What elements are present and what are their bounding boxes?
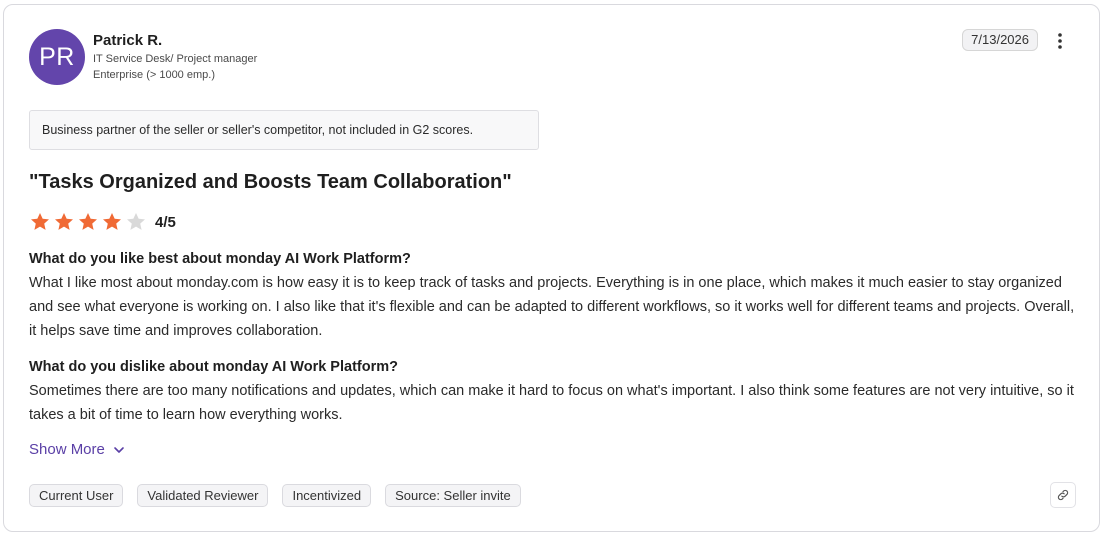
star-rating: 4/5 <box>29 210 176 234</box>
review-tags: Current User Validated Reviewer Incentiv… <box>29 484 535 507</box>
tag-source: Source: Seller invite <box>385 484 521 507</box>
qa-block-dislikes: What do you dislike about monday AI Work… <box>29 357 1079 427</box>
reviewer-name: Patrick R. <box>93 32 163 49</box>
qa-answer: Sometimes there are too many notificatio… <box>29 383 1074 423</box>
disclaimer-notice: Business partner of the seller or seller… <box>29 110 539 150</box>
tag-validated-reviewer: Validated Reviewer <box>137 484 269 507</box>
reviewer-role: IT Service Desk/ Project manager <box>93 53 258 65</box>
show-more-label: Show More <box>29 441 105 458</box>
tag-current-user: Current User <box>29 484 124 507</box>
star-icon <box>127 213 145 230</box>
star-icon <box>55 213 73 230</box>
star-icon <box>79 213 97 230</box>
chevron-down-icon <box>114 446 124 453</box>
avatar-initials: PR <box>39 42 75 71</box>
star-icon <box>103 213 121 230</box>
copy-link-button[interactable] <box>1050 482 1076 508</box>
qa-answer: What I like most about monday.com is how… <box>29 275 1075 339</box>
qa-block-likes: What do you like best about monday AI Wo… <box>29 249 1079 343</box>
star-icon <box>31 213 49 230</box>
more-vertical-icon[interactable] <box>1051 31 1069 51</box>
qa-question: What do you dislike about monday AI Work… <box>29 359 398 375</box>
review-card: PR Patrick R. IT Service Desk/ Project m… <box>3 4 1100 532</box>
rating-value: 4/5 <box>155 213 176 231</box>
qa-question: What do you like best about monday AI Wo… <box>29 251 411 267</box>
avatar: PR <box>29 29 85 85</box>
tag-incentivized: Incentivized <box>282 484 372 507</box>
review-date-badge: 7/13/2026 <box>962 29 1038 51</box>
show-more-button[interactable]: Show More <box>29 441 125 458</box>
reviewer-info: Patrick R. IT Service Desk/ Project mana… <box>93 31 257 83</box>
review-title: "Tasks Organized and Boosts Team Collabo… <box>29 171 512 193</box>
link-icon <box>1057 489 1069 501</box>
reviewer-company-size: Enterprise (> 1000 emp.) <box>93 69 215 81</box>
